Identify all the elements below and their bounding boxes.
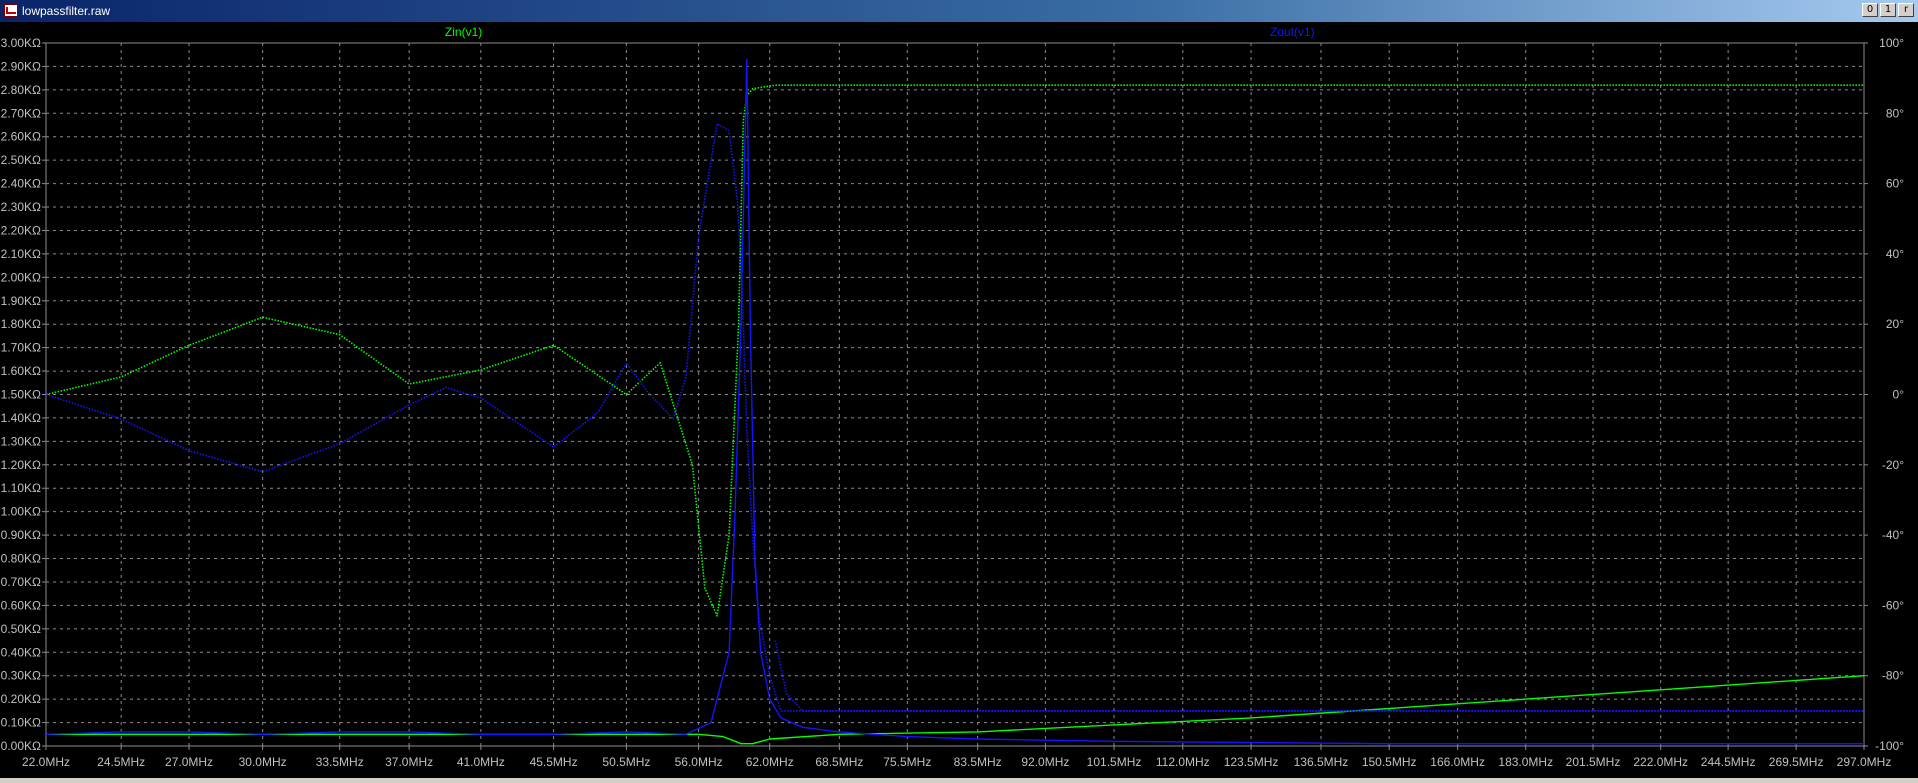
y-left-tick-label: 0.60KΩ (1, 598, 41, 612)
series-zinv1-phase (45, 84, 1864, 617)
y-right-tick-label: -60° (1882, 598, 1904, 612)
y-right-tick-label: 0° (1893, 388, 1905, 402)
y-left-tick-label: 1.40KΩ (1, 411, 41, 425)
y-right-tick-label: 100° (1879, 36, 1904, 50)
x-tick-label: 27.0MHz (165, 755, 213, 769)
y-right-tick-label: -100° (1875, 739, 1904, 753)
window-titlebar[interactable]: lowpassfilter.raw 0 1 r (0, 0, 1918, 22)
y-left-tick-label: 0.40KΩ (1, 645, 41, 659)
y-left-tick-label: 2.00KΩ (1, 270, 41, 284)
x-tick-label: 222.0MHz (1633, 755, 1688, 769)
series-zinv1-magnitude (46, 675, 1865, 745)
legend-entry: Zout(v1) (1270, 25, 1315, 39)
y-left-tick-label: 2.40KΩ (1, 177, 41, 191)
y-left-tick-label: 1.90KΩ (1, 294, 41, 308)
x-tick-label: 297.0MHz (1837, 755, 1892, 769)
y-right-tick-label: -80° (1882, 669, 1904, 683)
y-left-tick-label: 2.50KΩ (1, 153, 41, 167)
y-left-tick-label: 1.80KΩ (1, 317, 41, 331)
legend-entry: Zin(v1) (445, 25, 482, 39)
window-controls: 0 1 r (1862, 3, 1914, 17)
y-left-tick-label: 1.00KΩ (1, 505, 41, 519)
x-tick-label: 92.0MHz (1021, 755, 1069, 769)
x-tick-label: 45.5MHz (530, 755, 578, 769)
y-left-tick-label: 0.90KΩ (1, 528, 41, 542)
x-tick-label: 68.5MHz (815, 755, 863, 769)
window-title: lowpassfilter.raw (22, 4, 111, 18)
x-tick-label: 150.5MHz (1362, 755, 1417, 769)
impedance-plot[interactable]: 22.0MHz 24.5MHz 27.0MHz 30.0MHz 33.5MHz 37.0M… (0, 22, 1918, 778)
x-tick-label: 30.0MHz (239, 755, 287, 769)
x-tick-label: 183.0MHz (1498, 755, 1553, 769)
grid-layer (45, 42, 1865, 747)
y-left-tick-label: 0.20KΩ (1, 692, 41, 706)
plot-border (45, 42, 1865, 747)
minimize-button[interactable]: 1 (1880, 3, 1896, 17)
x-tick-label: 33.5MHz (316, 755, 364, 769)
x-tick-label: 37.0MHz (385, 755, 433, 769)
x-tick-label: 166.0MHz (1430, 755, 1485, 769)
y-left-tick-label: 2.70KΩ (1, 106, 41, 120)
y-left-tick-label: 1.60KΩ (1, 364, 41, 378)
y-left-tick-label: 2.90KΩ (1, 59, 41, 73)
x-tick-label: 41.0MHz (457, 755, 505, 769)
series-layer (45, 58, 1865, 745)
x-tick-label: 62.0MHz (746, 755, 794, 769)
axis-layer: 22.0MHz 24.5MHz 27.0MHz 30.0MHz 33.5MHz 37.0M… (1, 36, 1905, 769)
y-left-tick-label: 0.50KΩ (1, 622, 41, 636)
y-left-tick-label: 2.30KΩ (1, 200, 41, 214)
x-tick-label: 50.5MHz (602, 755, 650, 769)
x-tick-label: 24.5MHz (97, 755, 145, 769)
y-right-tick-label: 20° (1886, 317, 1904, 331)
y-right-tick-label: 40° (1886, 247, 1904, 261)
series-zoutv1-magnitude (45, 58, 1864, 745)
y-right-tick-label: -40° (1882, 528, 1904, 542)
y-left-tick-label: 1.10KΩ (1, 481, 41, 495)
series-zoutv1-phase (45, 123, 1864, 712)
x-tick-label: 244.5MHz (1701, 755, 1756, 769)
x-tick-label: 269.5MHz (1769, 755, 1824, 769)
y-left-tick-label: 0.70KΩ (1, 575, 41, 589)
y-left-tick-label: 2.20KΩ (1, 223, 41, 237)
x-tick-label: 22.0MHz (22, 755, 70, 769)
waveform-icon (4, 4, 18, 17)
y-left-tick-label: 2.60KΩ (1, 130, 41, 144)
plot-pane[interactable]: 22.0MHz 24.5MHz 27.0MHz 30.0MHz 33.5MHz 37.0M… (0, 22, 1918, 778)
y-left-tick-label: 0.00KΩ (1, 739, 41, 753)
y-left-tick-label: 1.30KΩ (1, 434, 41, 448)
x-tick-label: 101.5MHz (1087, 755, 1142, 769)
legend-layer: Zin(v1) Zout(v1) (445, 25, 1315, 39)
y-left-tick-label: 2.80KΩ (1, 83, 41, 97)
x-tick-label: 83.5MHz (954, 755, 1002, 769)
y-right-tick-label: 80° (1886, 106, 1904, 120)
y-left-tick-label: 0.30KΩ (1, 669, 41, 683)
x-tick-label: 123.5MHz (1224, 755, 1279, 769)
y-left-tick-label: 0.80KΩ (1, 552, 41, 566)
restore-button[interactable]: 0 (1862, 3, 1878, 17)
y-left-tick-label: 0.10KΩ (1, 716, 41, 730)
y-right-tick-label: 60° (1886, 177, 1904, 191)
y-left-tick-label: 2.10KΩ (1, 247, 41, 261)
y-left-tick-label: 1.70KΩ (1, 341, 41, 355)
x-tick-label: 112.0MHz (1156, 755, 1210, 769)
y-left-tick-label: 1.20KΩ (1, 458, 41, 472)
x-tick-label: 201.5MHz (1566, 755, 1621, 769)
x-tick-label: 136.5MHz (1294, 755, 1349, 769)
x-tick-label: 75.5MHz (883, 755, 931, 769)
y-left-tick-label: 1.50KΩ (1, 388, 41, 402)
x-tick-label: 56.0MHz (675, 755, 723, 769)
y-left-tick-label: 3.00KΩ (1, 36, 41, 50)
y-right-tick-label: -20° (1882, 458, 1904, 472)
close-button[interactable]: r (1898, 3, 1914, 17)
